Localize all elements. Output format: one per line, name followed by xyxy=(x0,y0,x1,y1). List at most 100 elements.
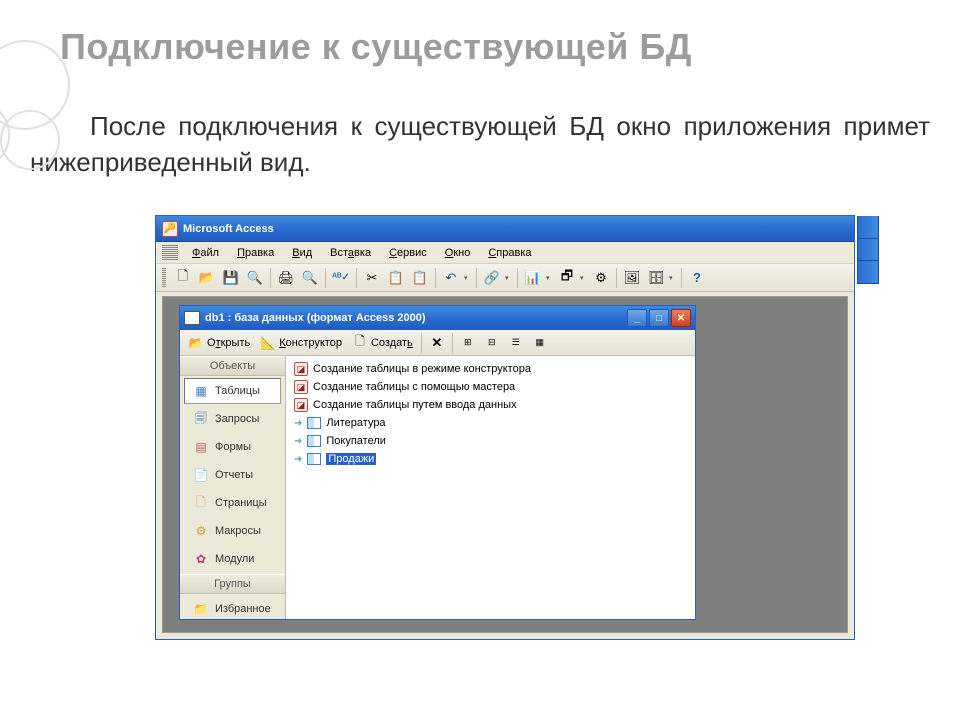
nav-item-страницы[interactable]: 🗋 Страницы xyxy=(184,490,281,516)
nav-icon: ⚙ xyxy=(193,523,209,539)
nav-item-запросы[interactable]: 🗐 Запросы xyxy=(184,406,281,432)
nav-icon: 🗐 xyxy=(193,411,209,427)
list-item-label: Продажи xyxy=(326,453,376,465)
wizard-item[interactable]: ◪Создание таблицы с помощью мастера xyxy=(288,378,693,396)
favorites-icon: 📁 xyxy=(193,601,209,617)
nav-item-label: Страницы xyxy=(215,497,267,509)
nav-icon: ▦ xyxy=(193,383,209,399)
table-icon xyxy=(307,435,321,447)
nav-favorites[interactable]: 📁 Избранное xyxy=(184,596,281,619)
nav-item-таблицы[interactable]: ▦ Таблицы xyxy=(184,378,281,404)
menu-edit[interactable]: Правка xyxy=(229,245,282,261)
nav-item-label: Макросы xyxy=(215,525,261,537)
groups-section-header: Группы xyxy=(180,574,285,594)
nav-icon: ▤ xyxy=(193,439,209,455)
db-tool-icon[interactable]: 🗄 xyxy=(645,267,667,289)
floater-btn[interactable] xyxy=(858,216,878,239)
menu-tools[interactable]: Сервис xyxy=(381,245,435,261)
analyze-icon[interactable]: 📊 xyxy=(522,267,544,289)
main-toolbar: 🗋 📂 💾 🔍 🖨 🔍 ᴬᴮ✓ ✂ 📋 📋 ↶ ▾ 🔗 ▾ 📊 ▾ 🗗 ▾ ⚙ … xyxy=(156,264,854,292)
wizard-item[interactable]: ◪ Создание таблицы путем ввода данных xyxy=(288,396,693,414)
menubar: Файл Правка Вид Вставка Сервис Окно Спра… xyxy=(156,242,854,264)
undo-icon[interactable]: ↶ xyxy=(440,267,462,289)
cut-icon[interactable]: ✂ xyxy=(361,267,383,289)
rel-dropdown[interactable]: ▾ xyxy=(580,274,588,282)
database-icon: ≡ xyxy=(184,311,200,325)
properties-icon[interactable]: 🖼 xyxy=(621,267,643,289)
print-preview-icon[interactable]: 🔍 xyxy=(299,267,321,289)
links-dropdown[interactable]: ▾ xyxy=(505,274,513,282)
spellcheck-icon[interactable]: ᴬᴮ✓ xyxy=(330,267,352,289)
wizard-item[interactable]: ◪ Создание таблицы в режиме конструктора xyxy=(288,360,693,378)
nav-item-отчеты[interactable]: 📄Отчеты xyxy=(184,462,281,488)
details-view-icon[interactable]: ▦ xyxy=(529,332,551,354)
office-links-icon[interactable]: 🔗 xyxy=(481,267,503,289)
table-item[interactable]: ➜Покупатели xyxy=(288,432,693,450)
paste-icon[interactable]: 📋 xyxy=(409,267,431,289)
close-button[interactable]: ✕ xyxy=(671,309,691,327)
undo-dropdown[interactable]: ▾ xyxy=(464,274,472,282)
help-icon[interactable]: ? xyxy=(686,267,708,289)
table-item[interactable]: ➜Продажи xyxy=(288,450,693,468)
menu-insert[interactable]: Вставка xyxy=(322,245,379,261)
wizard-icon: ◪ xyxy=(294,362,308,376)
maximize-button[interactable]: □ xyxy=(649,309,669,327)
objects-nav-panel: Объекты ▦Таблицы🗐Запросы▤Формы📄Отчеты🗋Ст… xyxy=(180,356,286,619)
analyze-dropdown[interactable]: ▾ xyxy=(546,274,554,282)
mdi-client-area: ≡ db1 : база данных (формат Access 2000)… xyxy=(162,296,848,633)
copy-icon[interactable]: 📋 xyxy=(385,267,407,289)
list-item-label: Покупатели xyxy=(326,435,386,447)
code-icon[interactable]: ⚙ xyxy=(590,267,612,289)
open-icon: 📂 xyxy=(188,335,204,351)
relationships-icon[interactable]: 🗗 xyxy=(556,267,578,289)
open-folder-icon[interactable]: 📂 xyxy=(196,267,218,289)
nav-item-label: Таблицы xyxy=(215,385,260,397)
large-icons-view-icon[interactable]: ⊞ xyxy=(457,332,479,354)
small-icons-view-icon[interactable]: ⊟ xyxy=(481,332,503,354)
nav-item-label: Модули xyxy=(215,553,254,565)
list-item-label: Создание таблицы с помощью мастера xyxy=(313,381,515,393)
slide-body: После подключения к существующей БД окно… xyxy=(0,68,960,181)
table-icon xyxy=(307,453,321,465)
delete-icon[interactable]: ✕ xyxy=(426,332,448,354)
nav-item-модули[interactable]: ✿ Модули xyxy=(184,546,281,572)
floater-btn[interactable] xyxy=(858,261,878,283)
db-dropdown[interactable]: ▾ xyxy=(669,274,677,282)
menu-view[interactable]: Вид xyxy=(284,245,320,261)
object-list-panel[interactable]: ◪Создание таблицы в режиме конструктора◪… xyxy=(286,356,695,619)
nav-icon: ✿ xyxy=(193,551,209,567)
database-window-titlebar[interactable]: ≡ db1 : база данных (формат Access 2000)… xyxy=(180,306,695,330)
list-view-icon[interactable]: ☰ xyxy=(505,332,527,354)
wizard-icon: ◪ xyxy=(294,398,308,412)
access-app-window: 🔑 Microsoft Access Файл Правка Вид Встав… xyxy=(155,215,855,640)
link-arrow-icon: ➜ xyxy=(294,418,302,429)
access-app-icon: 🔑 xyxy=(162,221,178,237)
nav-icon: 🗋 xyxy=(193,495,209,511)
nav-item-формы[interactable]: ▤Формы xyxy=(184,434,281,460)
open-button[interactable]: 📂Открыть xyxy=(184,333,254,353)
menu-file[interactable]: Файл xyxy=(184,245,227,261)
menu-help[interactable]: Справка xyxy=(480,245,539,261)
minimize-button[interactable]: _ xyxy=(627,309,647,327)
menubar-grip[interactable] xyxy=(162,245,178,261)
list-item-label: Создание таблицы путем ввода данных xyxy=(313,399,517,411)
new-button[interactable]: 🗋Создать xyxy=(348,333,417,353)
toolbar-grip[interactable] xyxy=(162,268,166,288)
side-floater xyxy=(857,216,879,284)
list-item-label: Создание таблицы в режиме конструктора xyxy=(313,363,531,375)
floater-btn[interactable] xyxy=(858,239,878,262)
new-icon: 🗋 xyxy=(352,335,368,351)
menu-window[interactable]: Окно xyxy=(437,245,479,261)
table-item[interactable]: ➜ Литература xyxy=(288,414,693,432)
table-icon xyxy=(307,417,321,429)
new-doc-icon[interactable]: 🗋 xyxy=(172,267,194,289)
nav-item-макросы[interactable]: ⚙ Макросы xyxy=(184,518,281,544)
design-button[interactable]: 📐Конструктор xyxy=(256,333,346,353)
app-titlebar[interactable]: 🔑 Microsoft Access xyxy=(156,216,854,242)
list-item-label: Литература xyxy=(326,417,385,429)
print-icon[interactable]: 🖨 xyxy=(275,267,297,289)
nav-item-label: Запросы xyxy=(215,413,259,425)
decorative-circles xyxy=(0,40,100,200)
search-folder-icon[interactable]: 🔍 xyxy=(244,267,266,289)
save-icon[interactable]: 💾 xyxy=(220,267,242,289)
